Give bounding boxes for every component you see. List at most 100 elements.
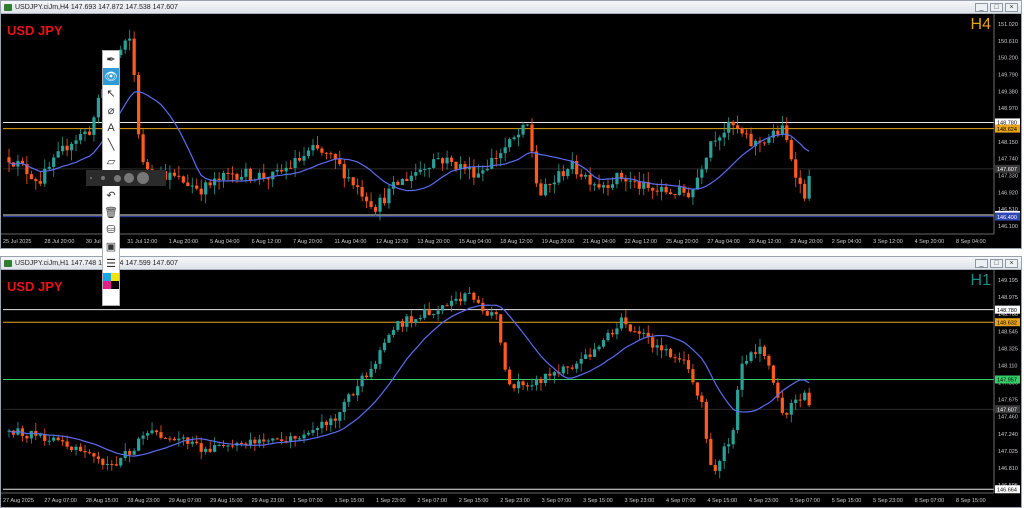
line-icon[interactable]: ╲ bbox=[103, 136, 119, 153]
candle-body bbox=[543, 373, 548, 384]
h4-price-chart[interactable]: 151.020 150.610 150.200 149.790 149.380 148.9… bbox=[1, 14, 1021, 248]
candle-body bbox=[123, 40, 127, 50]
delete-icon[interactable]: 🗑 bbox=[103, 204, 119, 221]
candle-body bbox=[7, 157, 11, 163]
candle-body bbox=[226, 172, 230, 174]
candle-body bbox=[436, 158, 440, 160]
candle-body bbox=[651, 337, 655, 348]
h1-window-titlebar[interactable]: USDJPY.ciJm,H1 147.748 147.764 147.599 1… bbox=[1, 257, 1021, 270]
text-icon[interactable]: A bbox=[103, 119, 119, 136]
level-price-label: 147.607 bbox=[997, 407, 1017, 413]
screenshot-icon[interactable]: ▣ bbox=[103, 238, 119, 255]
candle-body bbox=[592, 184, 597, 186]
candle-body bbox=[727, 444, 731, 447]
time-tick-label: 29 Aug 15:00 bbox=[210, 498, 242, 504]
notes-icon[interactable]: ☰ bbox=[103, 255, 119, 272]
candle-body bbox=[476, 173, 480, 178]
swatch-yellow[interactable] bbox=[111, 273, 119, 281]
candle-body bbox=[624, 179, 628, 182]
level-price-label: 147.607 bbox=[997, 167, 1017, 173]
candle-body bbox=[137, 75, 141, 135]
candle-body bbox=[302, 434, 306, 439]
candle-body bbox=[195, 185, 199, 189]
h4-chart-area[interactable]: 151.020 150.610 150.200 149.790 149.380 148.9… bbox=[1, 14, 1021, 248]
minimize-button[interactable]: _ bbox=[975, 3, 988, 12]
candle-body bbox=[342, 164, 346, 179]
candle-body bbox=[530, 385, 534, 387]
candle-body bbox=[771, 365, 775, 383]
level-price-label: 148.632 bbox=[997, 320, 1017, 326]
candle-body bbox=[794, 399, 798, 404]
candle-body bbox=[579, 358, 583, 364]
h1-chart-window[interactable]: USDJPY.ciJm,H1 147.748 147.764 147.599 1… bbox=[0, 256, 1022, 508]
chart-app-icon bbox=[4, 4, 12, 11]
close-button[interactable]: × bbox=[1005, 259, 1018, 268]
eraser-icon[interactable]: ⌀ bbox=[103, 102, 119, 119]
swatch-cyan[interactable] bbox=[103, 273, 111, 281]
candle-body bbox=[597, 184, 601, 188]
candle-body bbox=[387, 188, 391, 204]
time-tick-label: 1 Sep 23:00 bbox=[376, 498, 406, 504]
level-price-label: 148.624 bbox=[997, 127, 1017, 133]
color-swatches[interactable] bbox=[103, 272, 119, 289]
price-tick-label: 149.380 bbox=[998, 89, 1018, 95]
swatch-magenta[interactable] bbox=[103, 281, 111, 289]
candle-body bbox=[239, 442, 244, 444]
h1-chart-area[interactable]: 149.195 148.975 148.760 148.545 148.325 148.1… bbox=[1, 270, 1021, 507]
price-tick-label: 147.460 bbox=[998, 415, 1018, 421]
candle-body bbox=[306, 150, 311, 157]
h4-chart-window[interactable]: USDJPY.ciJm,H4 147.693 147.872 147.538 1… bbox=[0, 0, 1022, 249]
candle-body bbox=[369, 368, 373, 378]
candle-body bbox=[481, 170, 485, 174]
candle-body bbox=[145, 433, 150, 436]
candle-body bbox=[432, 159, 436, 168]
candle-body bbox=[655, 190, 659, 192]
candle-body bbox=[798, 399, 802, 401]
highlighter-icon[interactable]: ▱ bbox=[103, 153, 119, 170]
time-tick-label: 28 Aug 23:00 bbox=[127, 498, 159, 504]
candle-body bbox=[472, 166, 476, 178]
candle-body bbox=[481, 302, 485, 312]
chart-app-icon bbox=[4, 260, 12, 267]
brush-size-bar[interactable] bbox=[86, 170, 166, 186]
candle-body bbox=[789, 403, 793, 415]
bucket-icon[interactable]: ⛁ bbox=[103, 221, 119, 238]
swatch-white[interactable] bbox=[103, 289, 119, 305]
candle-body bbox=[65, 441, 69, 447]
h4-window-titlebar[interactable]: USDJPY.ciJm,H4 147.693 147.872 147.538 1… bbox=[1, 1, 1021, 14]
swatch-black[interactable] bbox=[111, 281, 119, 289]
candle-body bbox=[96, 456, 101, 459]
time-tick-label: 2 Sep 15:00 bbox=[459, 498, 489, 504]
candle-body bbox=[38, 434, 42, 436]
close-button[interactable]: × bbox=[1005, 3, 1018, 12]
brush-size-5[interactable] bbox=[137, 172, 149, 184]
candle-body bbox=[405, 178, 409, 181]
time-tick-label: 4 Sep 20:00 bbox=[915, 239, 945, 245]
candle-body bbox=[311, 145, 315, 151]
candle-body bbox=[132, 38, 136, 76]
candle-body bbox=[190, 441, 194, 444]
brush-size-3[interactable] bbox=[114, 174, 121, 182]
candle-body bbox=[369, 201, 373, 207]
h1-price-chart[interactable]: 149.195148.975148.760148.545148.325148.1… bbox=[1, 270, 1021, 507]
pen-icon[interactable]: ✒ bbox=[103, 51, 119, 68]
maximize-button[interactable]: □ bbox=[990, 259, 1003, 268]
undo-icon[interactable]: ↶ bbox=[103, 187, 119, 204]
candle-body bbox=[709, 438, 713, 465]
cursor-icon[interactable]: ↖ bbox=[103, 85, 119, 102]
minimize-button[interactable]: _ bbox=[975, 259, 988, 268]
price-tick-label: 148.325 bbox=[998, 346, 1018, 352]
candle-body bbox=[324, 421, 328, 426]
candle-body bbox=[329, 153, 333, 155]
brush-size-4[interactable] bbox=[124, 173, 134, 183]
candle-body bbox=[409, 316, 413, 323]
brush-size-1[interactable] bbox=[90, 177, 92, 179]
price-tick-label: 149.790 bbox=[998, 73, 1018, 79]
candle-body bbox=[584, 354, 588, 359]
candle-body bbox=[503, 342, 507, 370]
brush-size-2[interactable] bbox=[101, 176, 105, 180]
candle-body bbox=[338, 412, 342, 421]
maximize-button[interactable]: □ bbox=[990, 3, 1003, 12]
eye-icon[interactable]: 👁 bbox=[103, 68, 119, 85]
candle-body bbox=[534, 151, 539, 184]
